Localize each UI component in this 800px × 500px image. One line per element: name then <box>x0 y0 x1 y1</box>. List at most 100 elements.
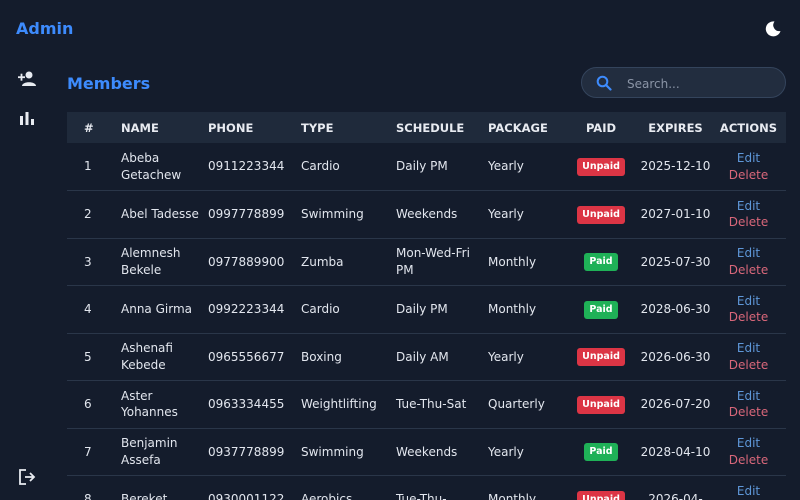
cell-schedule: Daily PM <box>396 159 448 174</box>
column-header-number[interactable]: # <box>67 112 121 143</box>
cell-type: Aerobics <box>301 492 353 500</box>
cell-schedule: Mon-Wed-Fri PM <box>396 246 470 277</box>
column-header-name[interactable]: NAME <box>121 112 208 143</box>
cell-actions: EditDelete <box>711 143 786 191</box>
cell-package: Yearly <box>488 444 524 459</box>
cell-name: Bereket <box>121 492 168 500</box>
cell-phone: 0992223344 <box>208 302 285 316</box>
status-badge: Paid <box>584 253 618 272</box>
status-badge: Unpaid <box>577 205 625 224</box>
column-header-paid[interactable]: PAID <box>562 112 640 143</box>
cell-paid: Paid <box>562 428 640 476</box>
cell-name: Alemnesh Bekele <box>121 246 181 277</box>
status-badge: Paid <box>584 300 618 319</box>
status-badge: Unpaid <box>577 395 625 414</box>
cell-expires: 2027-01-10 <box>640 207 711 221</box>
sidebar-item-logout[interactable] <box>17 467 37 487</box>
theme-toggle[interactable] <box>764 20 782 38</box>
table-row: 5 Ashenafi Kebede 0965556677 Boxing Dail… <box>67 333 786 381</box>
cell-expires: 2026-06-30 <box>640 349 711 364</box>
sidebar-item-reports[interactable] <box>17 109 37 129</box>
delete-link[interactable]: Delete <box>711 262 786 279</box>
cell-schedule: Daily AM <box>396 349 449 364</box>
cell-expires: 2025-12-10 <box>640 159 711 174</box>
cell-paid: Unpaid <box>562 476 640 500</box>
search-input[interactable] <box>625 74 779 93</box>
edit-link[interactable]: Edit <box>711 245 786 262</box>
cell-package: Yearly <box>488 207 524 221</box>
status-badge: Unpaid <box>577 490 625 500</box>
cell-phone: 0965556677 <box>208 349 285 364</box>
sidebar-item-add-member[interactable] <box>17 69 37 89</box>
table-row: 4 Anna Girma 0992223344 Cardio Daily PM … <box>67 286 786 334</box>
status-badge: Paid <box>584 443 618 462</box>
cell-phone: 0997778899 <box>208 207 285 221</box>
table-row: 2 Abel Tadesse 0997778899 Swimming Weeke… <box>67 191 786 238</box>
cell-paid: Paid <box>562 286 640 334</box>
page-title: Members <box>67 74 151 93</box>
cell-expires: 2026-04- <box>648 492 703 500</box>
delete-link[interactable]: Delete <box>711 452 786 469</box>
delete-link[interactable]: Delete <box>711 214 786 231</box>
column-header-package[interactable]: PACKAGE <box>488 112 562 143</box>
cell-schedule: Weekends <box>396 207 458 221</box>
moon-icon <box>765 21 781 37</box>
cell-phone: 0977889900 <box>208 254 285 269</box>
cell-package: Monthly <box>488 254 537 269</box>
table-row: 3 Alemnesh Bekele 0977889900 Zumba Mon-W… <box>67 238 786 286</box>
edit-link[interactable]: Edit <box>711 340 786 357</box>
logout-icon <box>19 469 36 485</box>
cell-expires: 2028-06-30 <box>640 302 711 316</box>
edit-link[interactable]: Edit <box>711 150 786 167</box>
cell-type: Weightlifting <box>301 397 377 411</box>
cell-package: Quarterly <box>488 397 545 411</box>
brand-title[interactable]: Admin <box>16 19 73 38</box>
cell-number: 7 <box>84 444 92 459</box>
cell-type: Boxing <box>301 349 342 364</box>
cell-actions: EditDelete <box>711 381 786 429</box>
cell-expires: 2025-07-30 <box>640 254 711 269</box>
cell-paid: Paid <box>562 238 640 286</box>
cell-number: 2 <box>84 207 92 221</box>
edit-link[interactable]: Edit <box>711 435 786 452</box>
status-badge: Unpaid <box>577 158 625 176</box>
table-row: 8 Bereket 0930001122 Aerobics Tue-Thu- M… <box>67 476 786 500</box>
cell-schedule: Tue-Thu- <box>396 492 447 500</box>
cell-expires: 2026-07-20 <box>640 397 711 411</box>
column-header-type[interactable]: TYPE <box>301 112 396 143</box>
cell-package: Monthly <box>488 302 537 316</box>
cell-number: 1 <box>84 159 92 174</box>
cell-name: Aster Yohannes <box>121 388 178 420</box>
cell-phone: 0963334455 <box>208 397 285 411</box>
cell-type: Cardio <box>301 159 340 174</box>
cell-number: 4 <box>84 302 92 316</box>
cell-type: Swimming <box>301 207 364 221</box>
cell-name: Benjamin Assefa <box>121 436 178 467</box>
cell-type: Cardio <box>301 302 340 316</box>
column-header-expires[interactable]: EXPIRES <box>640 112 711 143</box>
table-row: 7 Benjamin Assefa 0937778899 Swimming We… <box>67 428 786 476</box>
status-badge: Unpaid <box>577 348 625 367</box>
cell-phone: 0937778899 <box>208 444 285 459</box>
table-header-row: # NAME PHONE TYPE SCHEDULE PACKAGE PAID … <box>67 112 786 143</box>
edit-link[interactable]: Edit <box>711 483 786 500</box>
delete-link[interactable]: Delete <box>711 309 786 326</box>
search-box[interactable] <box>581 67 786 98</box>
column-header-phone[interactable]: PHONE <box>208 112 301 143</box>
cell-name: Anna Girma <box>121 302 192 316</box>
delete-link[interactable]: Delete <box>711 404 786 421</box>
cell-name: Abeba Getachew <box>121 151 182 182</box>
delete-link[interactable]: Delete <box>711 167 786 184</box>
edit-link[interactable]: Edit <box>711 293 786 310</box>
cell-actions: EditDelete <box>711 428 786 476</box>
cell-actions: EditDelete <box>711 238 786 286</box>
edit-link[interactable]: Edit <box>711 388 786 405</box>
cell-phone: 0911223344 <box>208 159 285 174</box>
edit-link[interactable]: Edit <box>711 198 786 215</box>
cell-number: 3 <box>84 254 92 269</box>
bar-chart-icon <box>20 112 34 125</box>
cell-number: 8 <box>84 492 92 500</box>
delete-link[interactable]: Delete <box>711 357 786 374</box>
table-row: 1 Abeba Getachew 0911223344 Cardio Daily… <box>67 143 786 191</box>
column-header-schedule[interactable]: SCHEDULE <box>396 112 488 143</box>
